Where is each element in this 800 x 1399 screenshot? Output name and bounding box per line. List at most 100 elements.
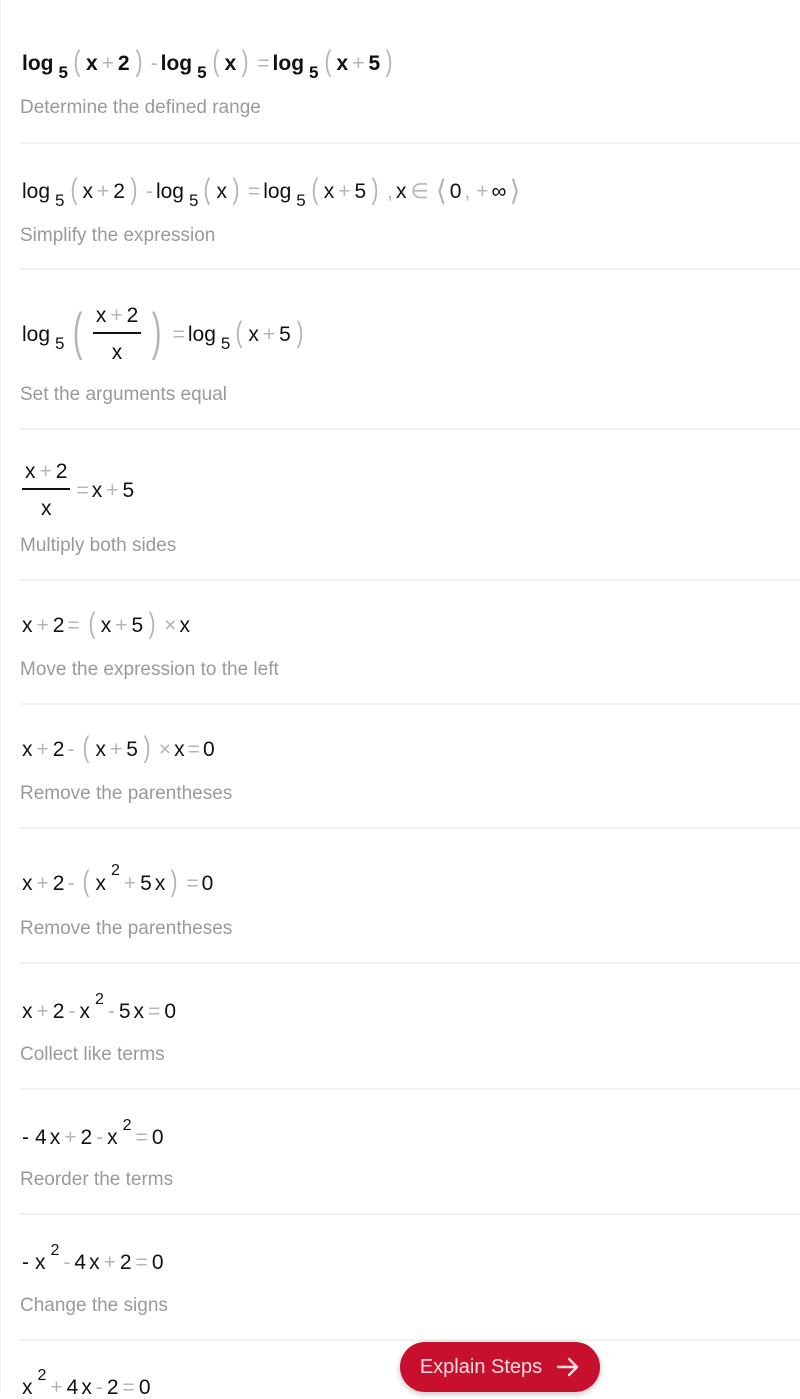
exponent: 2	[50, 1241, 60, 1259]
op-plus: +	[97, 179, 110, 203]
log-base: 5	[188, 190, 199, 210]
explain-steps-label: Explain Steps	[419, 1355, 543, 1378]
var-x: x	[91, 478, 103, 502]
op-plus: +	[123, 871, 137, 895]
step-2-description: Simplify the expression	[20, 225, 216, 246]
op-equals: =	[135, 1126, 148, 1149]
op-minus: -	[63, 1251, 71, 1274]
num: 2	[117, 51, 130, 75]
comma: ,	[464, 179, 471, 203]
denominator: x	[40, 497, 52, 520]
num: 2	[126, 304, 139, 327]
num: 2	[80, 1126, 93, 1149]
var-x: x	[174, 737, 185, 761]
numerator: x +2	[22, 460, 71, 490]
angle-close: ⟩	[509, 175, 521, 206]
op-equals: =	[148, 1000, 161, 1023]
var-x: x	[82, 179, 94, 203]
paren-close: )	[143, 731, 151, 764]
domain-lower: 0	[449, 179, 462, 203]
num: 5	[354, 179, 367, 203]
op-minus: -	[145, 179, 153, 203]
var-x: x	[89, 1251, 100, 1274]
paren-close: )	[135, 45, 143, 78]
op-minus: -	[95, 1376, 103, 1399]
op-plus: +	[262, 322, 276, 346]
log-token: log	[160, 51, 193, 75]
op-minus: -	[67, 871, 75, 895]
var-x: x	[95, 737, 106, 761]
divider	[20, 268, 800, 270]
paren-open: (	[212, 45, 220, 78]
step-6-expression: x +2 - ( x +5 ) × x = 0	[22, 731, 215, 764]
var-x: x	[79, 1000, 90, 1023]
exponent: 2	[94, 990, 104, 1008]
log-base: 5	[309, 62, 319, 82]
divider	[20, 703, 800, 705]
exponent: 2	[37, 1366, 47, 1384]
log-token: log	[155, 179, 184, 203]
var-x: x	[35, 1251, 46, 1274]
num: 2	[106, 1376, 119, 1399]
var-x: x	[81, 1376, 92, 1399]
var-x: x	[133, 1000, 145, 1023]
num: 2	[52, 871, 65, 895]
var-x: x	[248, 322, 259, 346]
num: 2	[52, 613, 65, 637]
var-x: x	[336, 51, 349, 75]
numerator: x +2	[92, 304, 142, 334]
log-token: log	[263, 179, 292, 203]
paren-open: (	[82, 865, 90, 898]
var-x: x	[22, 871, 33, 895]
var-x: x	[224, 51, 237, 75]
op-plus: +	[103, 1251, 116, 1274]
var-x: x	[22, 1000, 33, 1023]
op-equals: =	[257, 51, 270, 75]
op-plus: +	[115, 613, 128, 637]
domain-upper: ∞	[491, 179, 507, 203]
paren-close: )	[232, 173, 240, 206]
paren-close: )	[170, 865, 178, 898]
step-9-expression: - 4x + 2 - x2 = 0	[22, 1117, 164, 1149]
op-equals: =	[186, 871, 199, 895]
op-minus: -	[22, 1126, 29, 1149]
explain-steps-button[interactable]: Explain Steps	[400, 1342, 600, 1392]
log-token: log	[22, 179, 51, 203]
op-equals: =	[122, 1376, 135, 1399]
op-plus: +	[36, 871, 49, 895]
op-plus: +	[101, 51, 114, 75]
num: 4	[66, 1376, 79, 1399]
op-equals: =	[67, 613, 80, 637]
var-x: x	[154, 871, 166, 895]
num: 4	[35, 1126, 47, 1149]
denominator: x	[111, 341, 123, 364]
op-minus: -	[67, 737, 75, 761]
step-8-description: Collect like terms	[20, 1044, 165, 1065]
num: 5	[279, 322, 291, 346]
paren-open: (	[311, 173, 319, 206]
var-x: x	[95, 304, 107, 327]
paren-close: )	[130, 173, 138, 206]
var-x: x	[323, 179, 335, 203]
var-x: x	[179, 613, 190, 637]
var-x: x	[100, 613, 112, 637]
step-5-expression: x +2 = ( x +5 ) × x	[22, 609, 190, 640]
var-x: x	[25, 460, 36, 483]
log-token: log	[187, 322, 216, 346]
step-6-description: Remove the parentheses	[20, 783, 233, 804]
step-3-expression: log 5 ( x +2 x ) = log 5 ( x +5 )	[22, 305, 309, 363]
divider	[20, 1213, 800, 1215]
num: 0	[138, 1376, 151, 1399]
paren-close: )	[371, 173, 379, 206]
log-base: 5	[220, 333, 231, 353]
op-times: ×	[164, 613, 177, 637]
op-minus: -	[107, 1000, 115, 1023]
paren-open: (	[324, 45, 331, 78]
step-5-description: Move the expression to the left	[20, 659, 279, 680]
num: 2	[55, 460, 68, 483]
num: 2	[119, 1251, 132, 1274]
num: 0	[151, 1251, 164, 1274]
op-plus: +	[109, 737, 123, 761]
num: 4	[74, 1251, 87, 1274]
divider	[20, 1088, 800, 1090]
